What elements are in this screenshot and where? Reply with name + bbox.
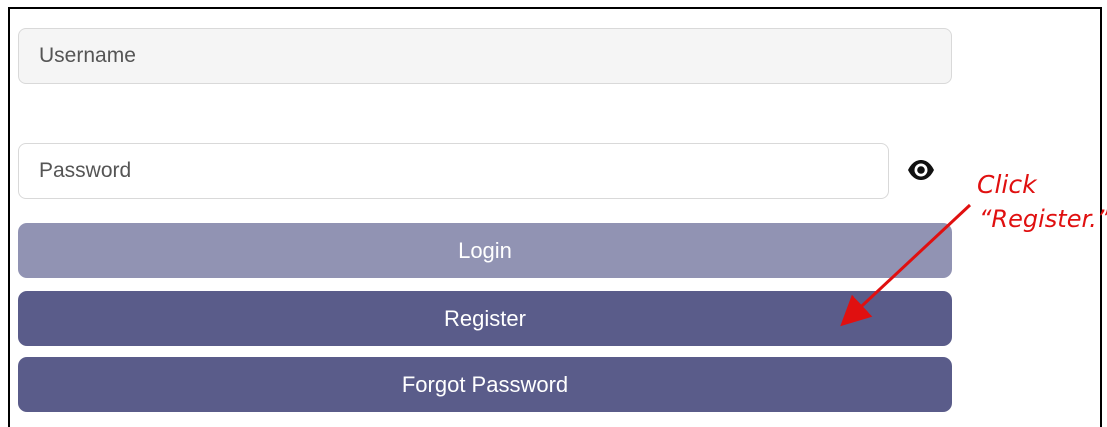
login-button[interactable]: Login — [18, 223, 952, 278]
show-password-toggle[interactable] — [905, 158, 937, 186]
username-input[interactable] — [18, 28, 952, 84]
password-input[interactable] — [18, 143, 889, 199]
eye-icon — [907, 159, 935, 186]
callout-line-2: “Register.” — [979, 205, 1107, 233]
forgot-password-button[interactable]: Forgot Password — [18, 357, 952, 412]
instruction-callout: Click “Register.” — [977, 168, 1107, 236]
register-button[interactable]: Register — [18, 291, 952, 346]
callout-line-1: Click — [977, 170, 1037, 199]
